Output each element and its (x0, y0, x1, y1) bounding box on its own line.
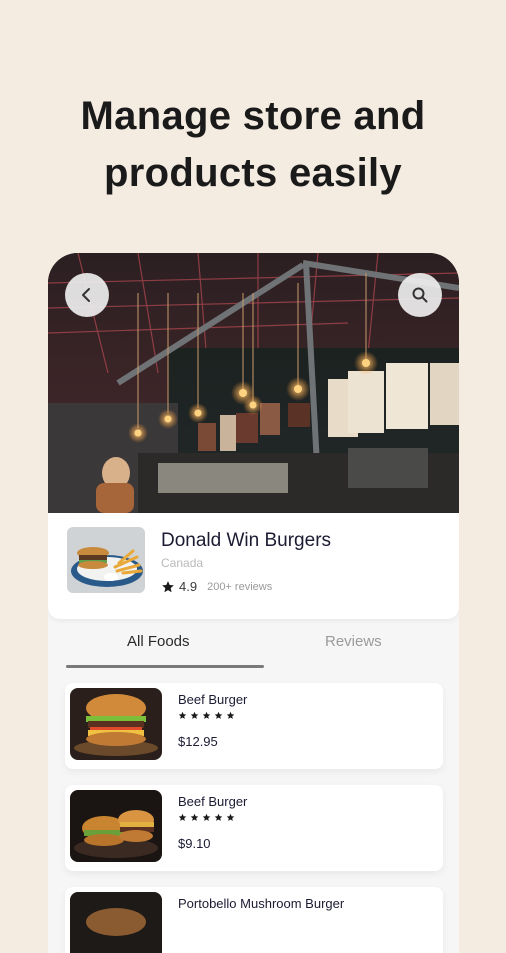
store-thumbnail (67, 527, 145, 593)
star-icon (226, 711, 235, 719)
food-item[interactable]: Beef Burger $12.95 (65, 683, 443, 769)
food-price: $12.95 (178, 734, 218, 749)
star-icon (202, 813, 211, 821)
search-button[interactable] (398, 273, 442, 317)
star-icon (162, 580, 174, 592)
star-icon (226, 813, 235, 821)
food-name: Beef Burger (178, 692, 248, 707)
phone-screen: Donald Win Burgers Canada 4.9 200+ revie… (48, 253, 459, 953)
tab-reviews[interactable]: Reviews (325, 633, 382, 650)
star-icon (214, 711, 223, 719)
tab-all-foods[interactable]: All Foods (127, 633, 190, 650)
review-count: 200+ reviews (207, 580, 273, 593)
star-icon (190, 711, 199, 719)
store-hero-image (48, 253, 459, 513)
store-location: Canada (161, 556, 204, 570)
food-item[interactable]: Beef Burger $9.10 (65, 785, 443, 871)
headline: Manage store and products easily (0, 88, 506, 202)
store-info-card[interactable]: Donald Win Burgers Canada 4.9 200+ revie… (48, 513, 459, 619)
food-image (70, 892, 162, 953)
food-name: Portobello Mushroom Burger (178, 896, 345, 911)
food-image (70, 790, 162, 862)
store-name: Donald Win Burgers (161, 530, 332, 551)
back-button[interactable] (65, 273, 109, 317)
chevron-left-icon (82, 288, 90, 302)
star-icon (214, 813, 223, 821)
food-item[interactable]: Portobello Mushroom Burger (65, 887, 443, 953)
star-icon (202, 711, 211, 719)
search-icon (412, 287, 428, 303)
active-tab-indicator (66, 665, 264, 668)
headline-line-1: Manage store and (80, 94, 426, 138)
headline-line-2: products easily (104, 151, 402, 195)
food-name: Beef Burger (178, 794, 248, 809)
food-rating (178, 711, 235, 720)
star-icon (178, 813, 187, 821)
star-icon (178, 711, 187, 719)
food-image (70, 688, 162, 760)
food-price: $9.10 (178, 836, 211, 851)
rating-value: 4.9 (179, 579, 198, 594)
store-rating: 4.9 200+ reviews (161, 579, 272, 594)
star-icon (190, 813, 199, 821)
food-rating (178, 813, 235, 822)
